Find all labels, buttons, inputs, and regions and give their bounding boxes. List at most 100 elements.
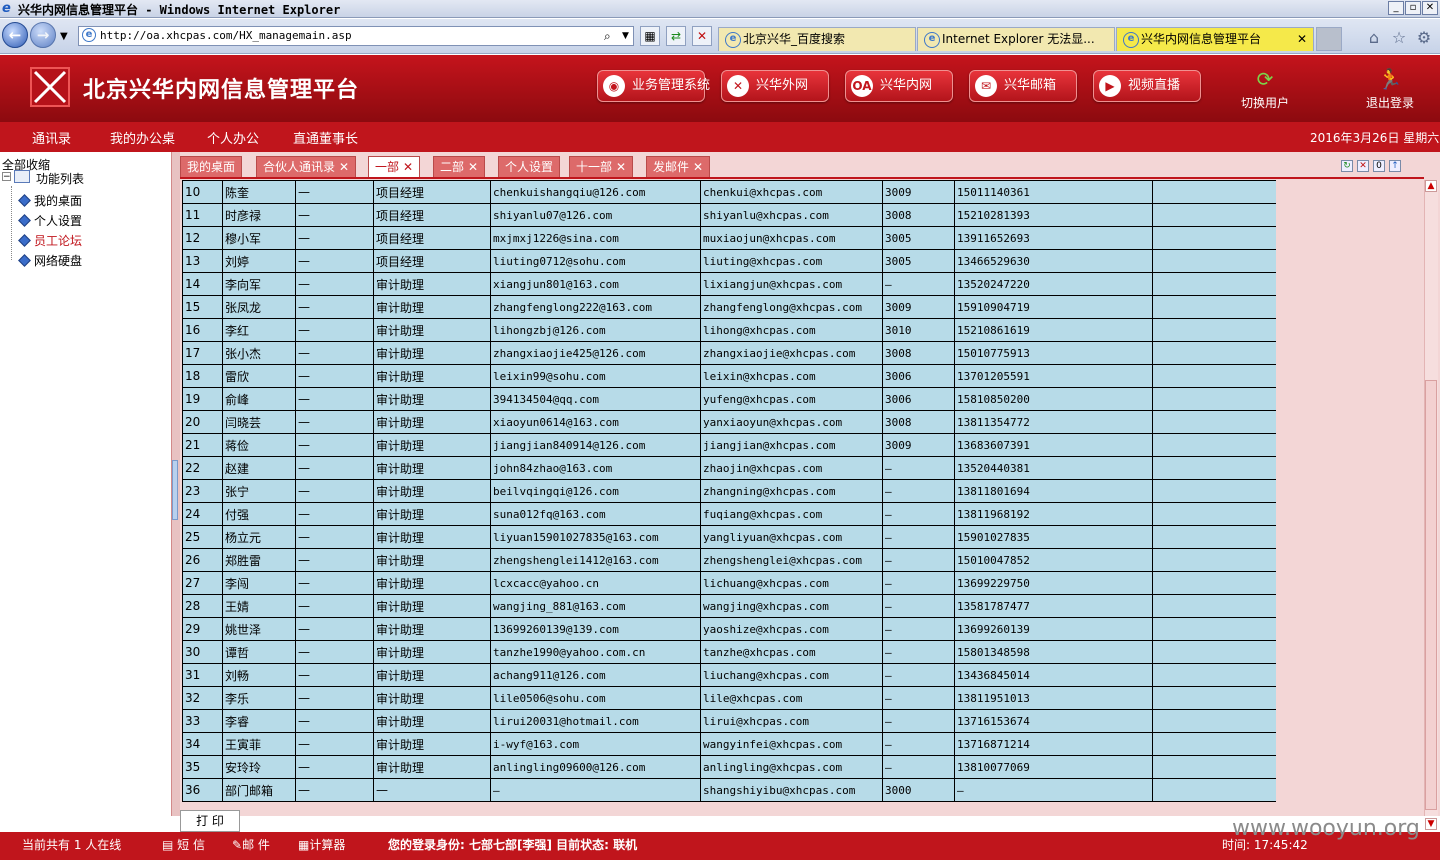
table-row: 30 谭哲 — 审计助理 tanzhe1990@yahoo.com.cn tanzhe@x… xyxy=(182,640,1276,664)
table-cell: fuqiang@xhcpas.com xyxy=(700,502,883,526)
tab-dept-1[interactable]: 一部 ✕ xyxy=(368,156,421,178)
menu-item-my-desk[interactable]: 我的办公桌 xyxy=(110,128,175,147)
table-cell: 15010047852 xyxy=(954,548,1153,572)
favorites-icon[interactable]: ☆ xyxy=(1389,28,1409,48)
table-cell: 18 xyxy=(182,364,223,388)
watermark: www.wooyun.org xyxy=(1232,816,1420,841)
table-cell: — xyxy=(295,410,374,434)
scrollbar-thumb[interactable] xyxy=(1425,380,1437,810)
sidebar-item-network-disk[interactable]: 网络硬盘 xyxy=(18,252,82,269)
table-cell: — xyxy=(882,686,955,710)
refresh-tab-icon[interactable]: ↻ xyxy=(1341,160,1353,172)
address-dropdown-icon[interactable]: ▼ xyxy=(622,31,629,41)
video-live-button[interactable]: ▶ 视频直播 xyxy=(1093,70,1201,102)
switch-user-button[interactable]: ⟳ 切换用户 xyxy=(1230,66,1300,116)
logout-button[interactable]: 🏃 退出登录 xyxy=(1355,66,1425,116)
forward-button[interactable]: → xyxy=(30,22,56,48)
table-cell: 25 xyxy=(182,525,223,549)
table-cell: — xyxy=(295,341,374,365)
table-cell: 时彦禄 xyxy=(222,203,296,227)
maximize-button[interactable]: ▫ xyxy=(1405,1,1421,15)
sidebar-item-my-desktop[interactable]: 我的桌面 xyxy=(18,192,82,209)
table-cell: 20 xyxy=(182,410,223,434)
page-icon: e xyxy=(82,28,96,42)
table-cell: xiaoyun0614@163.com xyxy=(490,410,701,434)
close-tab-icon[interactable]: ✕ xyxy=(616,160,626,174)
refresh-button[interactable]: ⇄ xyxy=(666,26,686,46)
splitter-handle[interactable] xyxy=(172,460,178,520)
table-cell: 审计助理 xyxy=(373,709,491,733)
table-cell: lile0506@sohu.com xyxy=(490,686,701,710)
back-button[interactable]: ← xyxy=(2,22,28,48)
table-cell: 15801348598 xyxy=(954,640,1153,664)
tab-personal-settings[interactable]: 个人设置 xyxy=(498,156,561,178)
table-cell: 3010 xyxy=(882,318,955,342)
history-dropdown-icon[interactable]: ▼ xyxy=(60,31,68,42)
sms-link[interactable]: ▤ 短 信 xyxy=(162,836,205,853)
close-all-tabs-icon[interactable]: ✕ xyxy=(1357,160,1369,172)
table-cell xyxy=(1152,410,1276,434)
sidebar-item-forum[interactable]: 员工论坛 xyxy=(18,232,82,249)
menu-item-chairman[interactable]: 直通董事长 xyxy=(293,128,358,147)
table-cell: anlingling@xhcpas.com xyxy=(700,755,883,779)
close-tab-icon[interactable]: ✕ xyxy=(339,160,349,174)
new-tab-button[interactable] xyxy=(1316,27,1342,51)
table-cell: leixin99@sohu.com xyxy=(490,364,701,388)
scroll-up-icon[interactable]: ▲ xyxy=(1425,180,1437,192)
table-cell: — xyxy=(882,571,955,595)
tab-dept-2[interactable]: 二部 ✕ xyxy=(433,156,486,178)
table-cell: 李闯 xyxy=(222,571,296,595)
move-up-icon[interactable]: ↑ xyxy=(1389,160,1401,172)
tab-partner-contacts[interactable]: 合伙人通讯录 ✕ xyxy=(256,156,357,178)
intranet-button[interactable]: OA 兴华内网 xyxy=(845,70,953,102)
table-row: 32 李乐 — 审计助理 lile0506@sohu.com lile@xhcpas.co… xyxy=(182,686,1276,710)
table-cell: 30 xyxy=(182,640,223,664)
ie-tab-icon: e xyxy=(1123,32,1139,48)
close-others-icon[interactable]: 0 xyxy=(1373,160,1385,172)
browser-tab[interactable]: e 北京兴华_百度搜索 xyxy=(718,27,916,51)
table-cell: 13811951013 xyxy=(954,686,1153,710)
menu-item-contacts[interactable]: 通讯录 xyxy=(32,128,71,147)
close-tab-icon[interactable]: ✕ xyxy=(403,160,413,174)
tab-dept-11[interactable]: 十一部 ✕ xyxy=(569,156,634,178)
browser-tab[interactable]: e Internet Explorer 无法显... xyxy=(917,27,1115,51)
compatibility-view-button[interactable]: ▦ xyxy=(640,26,660,46)
tools-gear-icon[interactable]: ⚙ xyxy=(1414,28,1434,48)
contacts-table-wrap: 10 陈奎 — 项目经理 chenkuishangqiu@126.com chenkui@… xyxy=(182,180,1276,803)
browser-tab-active[interactable]: e 兴华内网信息管理平台 ✕ xyxy=(1116,27,1314,51)
table-cell: 19 xyxy=(182,387,223,411)
mail-link[interactable]: ✎邮 件 xyxy=(232,836,270,853)
business-system-button[interactable]: ◉ 业务管理系统 xyxy=(597,70,710,102)
close-window-button[interactable]: ✕ xyxy=(1422,1,1438,15)
mailbox-button[interactable]: ✉ 兴华邮箱 xyxy=(969,70,1077,102)
close-tab-icon[interactable]: ✕ xyxy=(693,160,703,174)
table-cell: 3009 xyxy=(882,295,955,319)
tab-send-mail[interactable]: 发邮件 ✕ xyxy=(646,156,711,178)
tab-my-desktop[interactable]: 我的桌面 xyxy=(180,156,243,178)
table-cell: — xyxy=(295,778,374,802)
search-icon[interactable]: ⌕ xyxy=(604,29,611,44)
table-cell: — xyxy=(490,778,701,802)
logout-icon: 🏃 xyxy=(1377,67,1403,91)
table-cell xyxy=(1152,387,1276,411)
external-site-button[interactable]: ✕ 兴华外网 xyxy=(721,70,829,102)
table-cell: 蒋俭 xyxy=(222,433,296,457)
scroll-down-icon[interactable]: ▼ xyxy=(1425,818,1437,830)
ie-logo-icon: e xyxy=(2,1,11,16)
address-text[interactable]: http://oa.xhcpas.com/HX_managemain.asp xyxy=(100,29,352,42)
oa-icon: OA xyxy=(851,75,873,97)
sidebar-item-personal-settings[interactable]: 个人设置 xyxy=(18,212,82,229)
table-cell: 审计助理 xyxy=(373,479,491,503)
calculator-link[interactable]: ▦计算器 xyxy=(298,836,345,853)
table-cell: wangjing@xhcpas.com xyxy=(700,594,883,618)
close-tab-icon[interactable]: ✕ xyxy=(468,160,478,174)
stop-button[interactable]: ✕ xyxy=(692,26,712,46)
table-cell: 11 xyxy=(182,203,223,227)
table-cell: 安玲玲 xyxy=(222,755,296,779)
home-icon[interactable]: ⌂ xyxy=(1364,28,1384,48)
tree-toggle-icon[interactable]: − xyxy=(2,172,11,182)
minimize-button[interactable]: _ xyxy=(1388,1,1404,15)
print-button[interactable]: 打 印 xyxy=(180,810,240,832)
close-tab-icon[interactable]: ✕ xyxy=(1297,28,1307,50)
menu-item-personal-office[interactable]: 个人办公 xyxy=(207,128,259,147)
